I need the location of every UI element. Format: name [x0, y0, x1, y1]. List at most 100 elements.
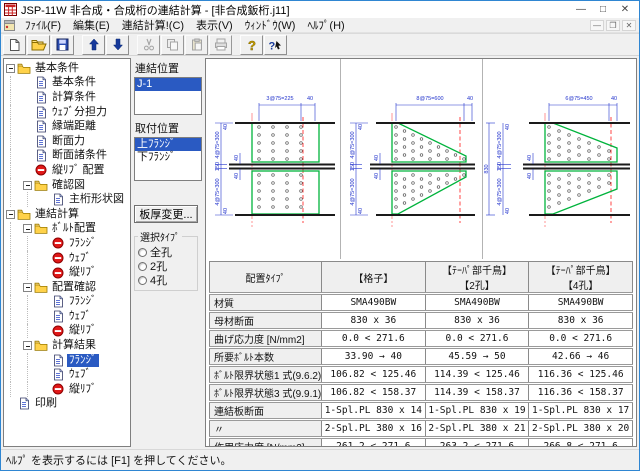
splice-position-listbox[interactable]: J-1: [134, 77, 202, 115]
minimize-button[interactable]: —: [570, 2, 592, 17]
app-window: JSP-11W 非合成・合成桁の連結計算 - [非合成鈑桁.j11] — □ ✕…: [0, 0, 640, 471]
attach-position-listbox[interactable]: 上ﾌﾗﾝｼﾞ下ﾌﾗﾝｼﾞ: [134, 137, 202, 181]
splice-position-option-0[interactable]: J-1: [135, 78, 201, 91]
attach-position-option-1[interactable]: 下ﾌﾗﾝｼﾞ: [135, 151, 201, 164]
new-document-button[interactable]: [3, 35, 26, 55]
svg-text:40: 40: [234, 155, 240, 161]
tree-item-section-force[interactable]: 断面力: [6, 134, 130, 149]
up-arrow-button[interactable]: [82, 35, 105, 55]
tree-expander-minus[interactable]: [6, 64, 15, 73]
tree-item-calc-results-folder[interactable]: 計算結果: [6, 338, 130, 353]
save-button[interactable]: [51, 35, 74, 55]
tree-guide: [10, 149, 23, 164]
table-cell: 830 x 36: [529, 312, 633, 330]
tree-expander-minus[interactable]: [23, 181, 32, 190]
menu-item-1[interactable]: 編集(E): [67, 17, 116, 33]
tree-item-layout-check-folder[interactable]: 配置確認: [6, 280, 130, 295]
svg-text:150: 150: [497, 162, 503, 171]
close-button[interactable]: ✕: [614, 2, 636, 17]
down-arrow-button[interactable]: [106, 35, 129, 55]
tree-guide: [10, 353, 23, 368]
tree-item-layout-check-rib[interactable]: 縦ﾘﾌﾞ: [6, 324, 130, 339]
tree-guide: [10, 324, 23, 339]
tree-item-section-conditions[interactable]: 断面諸条件: [6, 149, 130, 164]
tree-item-edge-distance[interactable]: 縁端距離: [6, 119, 130, 134]
tree-item-bolt-layout-flange[interactable]: ﾌﾗﾝｼﾞ: [6, 236, 130, 251]
mdi-restore-button[interactable]: ❐: [606, 20, 620, 31]
svg-text:40: 40: [223, 124, 229, 130]
tree-item-splice-calc-folder[interactable]: 連結計算: [6, 207, 130, 222]
tree-item-label: 縦ﾘﾌﾞ: [67, 383, 99, 396]
results-table-area: 配置ﾀｲﾌﾟ【格子】【ﾃｰﾊﾟ部千鳥】 【2孔】【ﾃｰﾊﾟ部千鳥】 【4孔】材質…: [206, 259, 636, 446]
tree-expander-minus[interactable]: [23, 283, 32, 292]
tree-guide: [10, 367, 23, 382]
table-row-label: ﾎﾞﾙﾄ限界状態1 式(9.6.2) [kN]: [210, 366, 322, 384]
tree-item-web-share-force[interactable]: ｳｪﾌﾞ分担力: [6, 105, 130, 120]
tree-expander-minus[interactable]: [23, 341, 32, 350]
table-row-label: 曲げ応力度 [N/mm2]: [210, 330, 322, 348]
folder-icon: [34, 281, 48, 294]
table-cell: 1-Spl.PL 830 x 14: [322, 402, 426, 420]
tree-expander-minus[interactable]: [23, 224, 32, 233]
tree-item-girder-shape-drawing[interactable]: 主桁形状図: [6, 192, 130, 207]
status-text: ﾍﾙﾌﾟ を表示するには [F1] を押してください。: [6, 452, 231, 468]
tree-expander-minus[interactable]: [6, 210, 15, 219]
context-help-button[interactable]: ?: [264, 35, 287, 55]
tree-item-check-drawings-folder[interactable]: 確認図: [6, 178, 130, 193]
tree-guide: [10, 338, 23, 353]
tree-item-calc-results-flange[interactable]: ﾌﾗﾝｼﾞ: [6, 353, 130, 368]
attach-position-option-0[interactable]: 上ﾌﾗﾝｼﾞ: [135, 138, 201, 151]
tree-item-label: ｳｪﾌﾞ分担力: [50, 106, 109, 119]
menu-item-2[interactable]: 連結計算!(C): [116, 17, 190, 33]
tree-item-label: 断面力: [50, 135, 87, 148]
folder-icon: [34, 222, 48, 235]
menu-item-4[interactable]: ｳｨﾝﾄﾞｳ(W): [239, 17, 302, 33]
tree-item-print[interactable]: 印刷: [6, 397, 130, 412]
plate-thickness-change-button[interactable]: 板厚変更...: [134, 205, 198, 223]
dim-overall: 830: [484, 164, 490, 173]
table-cell: 830 x 36: [425, 312, 529, 330]
help-button[interactable]: ?: [240, 35, 263, 55]
hole-type-radio-1[interactable]: 2孔: [138, 259, 194, 273]
maximize-button[interactable]: □: [592, 2, 614, 17]
table-cell: SMA490BW: [529, 294, 633, 312]
menu-item-0[interactable]: ﾌｧｲﾙ(F): [19, 17, 67, 33]
table-row: ﾎﾞﾙﾄ限界状態3 式(9.9.1) [kN]106.82 < 158.3711…: [210, 384, 633, 402]
menu-item-3[interactable]: 表示(V): [190, 17, 239, 33]
tree-item-basic-conditions-folder[interactable]: 基本条件: [6, 61, 130, 76]
tree-guide: [10, 76, 23, 91]
svg-text:150: 150: [215, 162, 221, 171]
tree-item-calc-conditions[interactable]: 計算条件: [6, 90, 130, 105]
stop-icon: [51, 324, 65, 337]
copy-button: [161, 35, 184, 55]
tree-guide: [10, 236, 23, 251]
tree-item-calc-results-rib[interactable]: 縦ﾘﾌﾞ: [6, 382, 130, 397]
tree-item-label: 配置確認: [50, 281, 98, 294]
menu-item-5[interactable]: ﾍﾙﾌﾟ(H): [301, 17, 350, 33]
svg-text:40: 40: [527, 155, 533, 161]
open-folder-button[interactable]: [27, 35, 50, 55]
tree-item-label: 連結計算: [33, 208, 81, 221]
tree-item-basic-conditions[interactable]: 基本条件: [6, 76, 130, 91]
mdi-close-button[interactable]: ✕: [622, 20, 636, 31]
hole-type-radio-2[interactable]: 4孔: [138, 273, 194, 287]
table-cell: 106.82 < 158.37: [322, 384, 426, 402]
dim-top-edge: 40: [467, 96, 473, 102]
tree-item-bolt-layout-web[interactable]: ｳｪﾌﾞ: [6, 251, 130, 266]
tree-item-bolt-layout-rib[interactable]: 縦ﾘﾌﾞ: [6, 265, 130, 280]
svg-text:40: 40: [358, 208, 364, 214]
tree-item-layout-check-web[interactable]: ｳｪﾌﾞ: [6, 309, 130, 324]
tree-item-calc-results-web[interactable]: ｳｪﾌﾞ: [6, 367, 130, 382]
table-row-label: 連結板断面: [210, 402, 322, 420]
tree-item-layout-check-flange[interactable]: ﾌﾗﾝｼﾞ: [6, 295, 130, 310]
tree-guide: [10, 222, 23, 237]
mdi-minimize-button[interactable]: —: [590, 20, 604, 31]
hole-type-radio-0[interactable]: 全孔: [138, 245, 194, 259]
paste-button: [185, 35, 208, 55]
tree-item-bolt-layout-folder[interactable]: ﾎﾞﾙﾄ配置: [6, 222, 130, 237]
tree-guide: [10, 163, 23, 178]
table-cell: 2-Spl.PL 380 x 20: [529, 420, 633, 438]
svg-text:4@75=300: 4@75=300: [350, 178, 356, 205]
tree-item-label: ﾌﾗﾝｼﾞ: [67, 237, 99, 250]
tree-item-long-rib-layout[interactable]: 縦ﾘﾌﾞ 配置: [6, 163, 130, 178]
